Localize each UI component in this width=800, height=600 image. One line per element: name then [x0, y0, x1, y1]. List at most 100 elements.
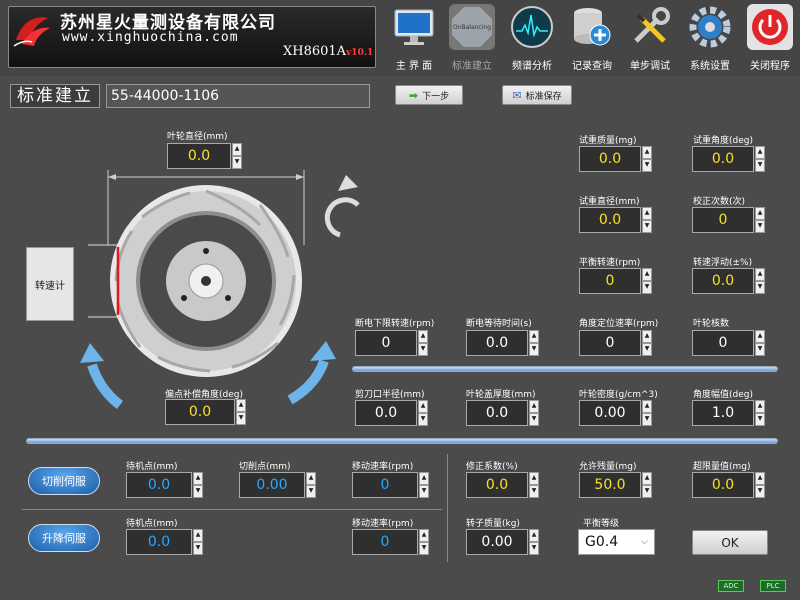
spin-down-icon[interactable]: ▼	[529, 413, 539, 426]
cut-radius-value[interactable]: 0.0	[355, 400, 417, 426]
nav-debug[interactable]: 单步调试	[622, 4, 678, 74]
nav-settings[interactable]: 系统设置	[682, 4, 738, 74]
spin-down-icon[interactable]: ▼	[642, 343, 652, 356]
spin-up-icon[interactable]: ▲	[755, 268, 765, 281]
angle-amp-value[interactable]: 1.0	[692, 400, 754, 426]
angle-amp-spinner[interactable]: ▲ ▼	[755, 400, 765, 426]
spin-up-icon[interactable]: ▲	[755, 207, 765, 220]
wait-time-value[interactable]: 0.0	[466, 330, 528, 356]
calib-count-value[interactable]: 0	[692, 207, 754, 233]
spin-down-icon[interactable]: ▼	[755, 485, 765, 498]
coef-value[interactable]: 0.0	[466, 472, 528, 498]
spin-down-icon[interactable]: ▼	[529, 542, 539, 555]
angle-amp-field[interactable]: 1.0 ▲ ▼	[692, 400, 765, 426]
spin-down-icon[interactable]: ▼	[419, 542, 429, 555]
spin-up-icon[interactable]: ▲	[418, 330, 428, 343]
density-value[interactable]: 0.00	[579, 400, 641, 426]
cutpoint-value[interactable]: 0.00	[239, 472, 305, 498]
comp-angle-field[interactable]: 0.0 ▲ ▼	[165, 399, 246, 425]
speed-float-field[interactable]: 0.0 ▲ ▼	[692, 268, 765, 294]
spin-up-icon[interactable]: ▲	[642, 472, 652, 485]
spin-up-icon[interactable]: ▲	[642, 400, 652, 413]
lift-standby-value[interactable]: 0.0	[126, 529, 192, 555]
spin-up-icon[interactable]: ▲	[193, 472, 203, 485]
next-step-button[interactable]: ➡ 下一步	[395, 85, 463, 105]
locate-speed-value[interactable]: 0	[579, 330, 641, 356]
density-field[interactable]: 0.00 ▲ ▼	[579, 400, 652, 426]
lift-speed-spinner[interactable]: ▲ ▼	[419, 529, 429, 555]
blade-count-value[interactable]: 0	[692, 330, 754, 356]
spin-down-icon[interactable]: ▼	[529, 485, 539, 498]
trial-mass-value[interactable]: 0.0	[579, 146, 641, 172]
cut-servo-button[interactable]: 切削伺服	[28, 467, 100, 495]
spin-up-icon[interactable]: ▲	[419, 529, 429, 542]
spin-up-icon[interactable]: ▲	[755, 472, 765, 485]
rotor-mass-field[interactable]: 0.00 ▲ ▼	[466, 529, 539, 555]
coef-spinner[interactable]: ▲ ▼	[529, 472, 539, 498]
cut-speed-spinner[interactable]: ▲ ▼	[419, 472, 429, 498]
nav-exit[interactable]: 关闭程序	[742, 4, 798, 74]
limit-field[interactable]: 0.0 ▲ ▼	[692, 472, 765, 498]
spin-down-icon[interactable]: ▼	[419, 485, 429, 498]
low-speed-spinner[interactable]: ▲ ▼	[418, 330, 428, 356]
locate-speed-field[interactable]: 0 ▲ ▼	[579, 330, 652, 356]
cover-thick-value[interactable]: 0.0	[466, 400, 528, 426]
rotor-mass-value[interactable]: 0.00	[466, 529, 528, 555]
spin-down-icon[interactable]: ▼	[642, 220, 652, 233]
trial-angle-value[interactable]: 0.0	[692, 146, 754, 172]
spin-up-icon[interactable]: ▲	[642, 268, 652, 281]
cut-standby-spinner[interactable]: ▲ ▼	[193, 472, 203, 498]
cover-thick-spinner[interactable]: ▲ ▼	[529, 400, 539, 426]
spin-down-icon[interactable]: ▼	[642, 485, 652, 498]
spin-down-icon[interactable]: ▼	[755, 343, 765, 356]
coef-field[interactable]: 0.0 ▲ ▼	[466, 472, 539, 498]
trial-mass-spinner[interactable]: ▲ ▼	[642, 146, 652, 172]
lift-speed-value[interactable]: 0	[352, 529, 418, 555]
speed-float-spinner[interactable]: ▲ ▼	[755, 268, 765, 294]
balance-speed-field[interactable]: 0 ▲ ▼	[579, 268, 652, 294]
spin-down-icon[interactable]: ▼	[642, 159, 652, 172]
spin-down-icon[interactable]: ▼	[306, 485, 316, 498]
lift-servo-button[interactable]: 升降伺服	[28, 524, 100, 552]
spin-down-icon[interactable]: ▼	[529, 343, 539, 356]
allowed-field[interactable]: 50.0 ▲ ▼	[579, 472, 652, 498]
save-standard-button[interactable]: ✉ 标准保存	[502, 85, 572, 105]
spin-down-icon[interactable]: ▼	[755, 159, 765, 172]
lift-standby-field[interactable]: 0.0 ▲ ▼	[126, 529, 203, 555]
cutpoint-spinner[interactable]: ▲ ▼	[306, 472, 316, 498]
locate-speed-spinner[interactable]: ▲ ▼	[642, 330, 652, 356]
spin-down-icon[interactable]: ▼	[236, 412, 246, 425]
blade-count-spinner[interactable]: ▲ ▼	[755, 330, 765, 356]
spin-up-icon[interactable]: ▲	[193, 529, 203, 542]
density-spinner[interactable]: ▲ ▼	[642, 400, 652, 426]
spin-up-icon[interactable]: ▲	[755, 330, 765, 343]
allowed-value[interactable]: 50.0	[579, 472, 641, 498]
spin-down-icon[interactable]: ▼	[642, 281, 652, 294]
grade-select[interactable]: G0.4 ⌵	[578, 529, 655, 555]
calib-count-spinner[interactable]: ▲ ▼	[755, 207, 765, 233]
spin-up-icon[interactable]: ▲	[418, 400, 428, 413]
spin-down-icon[interactable]: ▼	[642, 413, 652, 426]
lift-standby-spinner[interactable]: ▲ ▼	[193, 529, 203, 555]
spin-up-icon[interactable]: ▲	[236, 399, 246, 412]
cut-standby-field[interactable]: 0.0 ▲ ▼	[126, 472, 203, 498]
spin-down-icon[interactable]: ▼	[755, 220, 765, 233]
trial-angle-field[interactable]: 0.0 ▲ ▼	[692, 146, 765, 172]
spin-up-icon[interactable]: ▲	[529, 400, 539, 413]
spin-down-icon[interactable]: ▼	[755, 413, 765, 426]
spin-up-icon[interactable]: ▲	[529, 529, 539, 542]
spin-up-icon[interactable]: ▲	[306, 472, 316, 485]
trial-angle-spinner[interactable]: ▲ ▼	[755, 146, 765, 172]
comp-angle-spinner[interactable]: ▲ ▼	[236, 399, 246, 425]
standard-name-input[interactable]	[106, 84, 370, 108]
wait-time-spinner[interactable]: ▲ ▼	[529, 330, 539, 356]
spin-up-icon[interactable]: ▲	[642, 146, 652, 159]
spin-down-icon[interactable]: ▼	[755, 281, 765, 294]
lift-speed-field[interactable]: 0 ▲ ▼	[352, 529, 429, 555]
limit-value[interactable]: 0.0	[692, 472, 754, 498]
cutpoint-field[interactable]: 0.00 ▲ ▼	[239, 472, 316, 498]
spin-down-icon[interactable]: ▼	[193, 485, 203, 498]
trial-diameter-spinner[interactable]: ▲ ▼	[642, 207, 652, 233]
balance-speed-value[interactable]: 0	[579, 268, 641, 294]
spin-up-icon[interactable]: ▲	[529, 472, 539, 485]
